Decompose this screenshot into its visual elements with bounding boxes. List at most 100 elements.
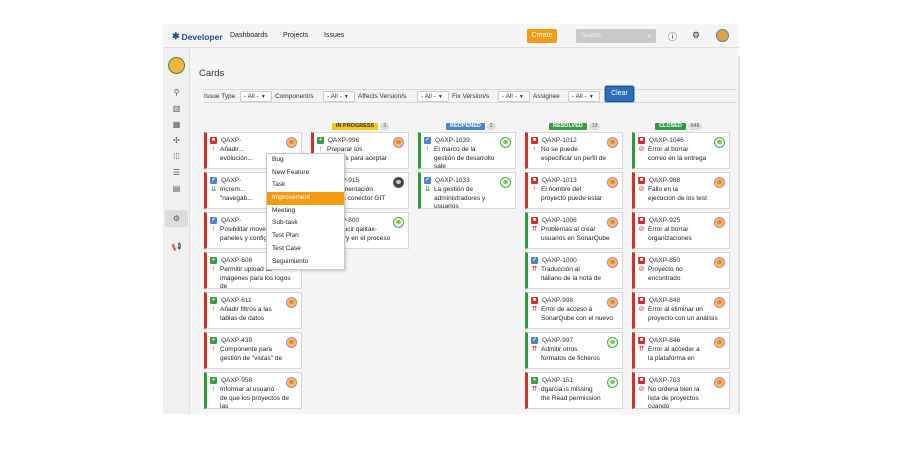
issue-key[interactable]: QAXP-958 (221, 377, 252, 384)
assignee-avatar[interactable] (393, 217, 404, 228)
list-icon[interactable]: ☰ (171, 168, 182, 177)
issue-key[interactable]: QAXP-1013 (542, 177, 577, 184)
issue-key[interactable]: QAXP-925 (649, 217, 680, 224)
assignee-avatar[interactable] (607, 217, 618, 228)
assignee-avatar[interactable] (607, 177, 618, 188)
filter-select-component[interactable]: - All - ▼ (323, 91, 355, 102)
dropdown-option[interactable]: Test Case (267, 243, 344, 256)
issue-key[interactable]: QAXP-608 (221, 257, 252, 264)
reports-icon[interactable]: ▥ (171, 104, 182, 113)
issue-key[interactable]: QAXP-1046 (649, 137, 684, 144)
assignee-avatar[interactable] (607, 297, 618, 308)
assignee-avatar[interactable] (286, 337, 297, 348)
issue-key[interactable]: QAXP-997 (542, 337, 573, 344)
issue-key[interactable]: QAXP-151 (542, 377, 573, 384)
issue-key[interactable]: QAXP- (221, 137, 241, 144)
issue-key[interactable]: QAXP-988 (649, 177, 680, 184)
issue-card[interactable]: ■ QAXP-1006 ⇈ Problemas al crear usuarios en… (525, 212, 623, 249)
filter-select-assignee[interactable]: - All - ▼ (568, 91, 600, 102)
brand-logo[interactable]: ✱ Developer (172, 31, 223, 42)
assignee-avatar[interactable] (607, 137, 618, 148)
assignee-avatar[interactable] (714, 137, 725, 148)
dropdown-option[interactable]: Bug (267, 154, 344, 167)
search-issues-icon[interactable]: ⚲ (171, 88, 182, 97)
issue-card[interactable]: ■ QAXP-1013 ↑ El nombre del proyecto puede e… (525, 172, 623, 209)
issue-key[interactable]: QAXP-998 (542, 297, 573, 304)
issue-card[interactable]: ■ QAXP-850 ⊘ Proyecto no encontrado (632, 252, 730, 289)
assignee-avatar[interactable] (607, 257, 618, 268)
issue-key[interactable]: QAXP-611 (221, 297, 252, 304)
create-button[interactable]: Create (527, 29, 557, 43)
issue-card[interactable]: + QAXP-611 ↑ Añadir filtros a las tablas de … (204, 292, 302, 329)
nav-dashboards[interactable]: Dashboards (230, 32, 268, 39)
issue-card[interactable]: ✓ QAXP-1033 ⇊ La gestión de administradores … (418, 172, 516, 210)
issue-card[interactable]: ✓ QAXP-997 ⇈ Admitir otros formatos de fiche… (525, 332, 623, 369)
assignee-avatar[interactable] (714, 337, 725, 348)
book-icon[interactable]: ▤ (171, 184, 182, 193)
issue-key[interactable]: QAXP-1039 (435, 137, 470, 144)
issue-key[interactable]: QAXP-846 (649, 337, 680, 344)
issue-key[interactable]: QAXP-703 (649, 377, 680, 384)
issue-key[interactable]: QAXP-850 (649, 257, 680, 264)
filter-select-fix-version[interactable]: - All - ▼ (498, 91, 530, 102)
nav-projects[interactable]: Projects (283, 32, 308, 39)
issue-card[interactable]: + QAXP-439 ↑ Componente para gestión de "vis… (204, 332, 302, 369)
issue-card[interactable]: ✓ QAXP-1000 ⇈ Traducción al italiano de la n… (525, 252, 623, 289)
dropdown-option[interactable]: New Feature (267, 167, 344, 180)
issue-card[interactable]: + QAXP-151 ⇈ dgarcia is missing the Read per… (525, 372, 623, 409)
issue-key[interactable]: QAXP-1033 (435, 177, 470, 184)
issue-card[interactable]: ■ QAXP-846 ⇈ Error al acceder a la plataform… (632, 332, 730, 369)
filter-select-issue-type[interactable]: - All - ▼ (240, 91, 272, 102)
assignee-avatar[interactable] (607, 337, 618, 348)
filter-select-affects-version[interactable]: - All - ▼ (417, 91, 449, 102)
issue-card[interactable]: ■ QAXP-1046 ⊘ Error al borrar correo en la e… (632, 132, 730, 169)
search-input[interactable]: Search ⌕ (576, 29, 656, 43)
scrollbar[interactable] (738, 56, 740, 414)
issue-key[interactable]: QAXP-439 (221, 337, 252, 344)
assignee-avatar[interactable] (393, 177, 404, 188)
issue-card[interactable]: ■ QAXP-703 ⊘ No ordena bien la lista de proy… (632, 372, 730, 410)
nav-issues[interactable]: Issues (324, 32, 344, 39)
assignee-avatar[interactable] (286, 297, 297, 308)
assignee-avatar[interactable] (714, 257, 725, 268)
settings-icon[interactable]: ⚙ (171, 214, 182, 223)
assignee-avatar[interactable] (286, 377, 297, 388)
assignee-avatar[interactable] (500, 137, 511, 148)
clear-filters-button[interactable]: Clear (605, 86, 634, 102)
dropdown-option[interactable]: Task (267, 179, 344, 192)
issue-card[interactable]: ■ QAXP-998 ⇈ Error de acceso a SonarQube con… (525, 292, 623, 329)
assignee-avatar[interactable] (393, 137, 404, 148)
assignee-avatar[interactable] (500, 177, 511, 188)
issue-key[interactable]: QAXP-848 (649, 297, 680, 304)
project-avatar[interactable] (168, 57, 185, 74)
calendar-icon[interactable]: ▦ (171, 120, 182, 129)
issue-key[interactable]: QAXP- (221, 217, 241, 224)
dropdown-option[interactable]: Improvement (267, 192, 344, 205)
assignee-avatar[interactable] (714, 217, 725, 228)
dropdown-option[interactable]: Meeting (267, 205, 344, 218)
issue-key[interactable]: QAXP-1000 (542, 257, 577, 264)
issue-card[interactable]: ■ QAXP-1012 ↑ No se puede especificar un per… (525, 132, 623, 169)
announce-icon[interactable]: 📢 (171, 242, 182, 251)
issue-card[interactable]: ✓ QAXP-1039 ↑ El marco de la gestión de desa… (418, 132, 516, 170)
issue-card[interactable]: ■ QAXP-848 ⊘ Error al eliminar un proyecto c… (632, 292, 730, 329)
apps-grid-icon[interactable]: ⁞⁞⁞ (171, 152, 182, 161)
user-avatar[interactable] (716, 29, 729, 42)
issue-key[interactable]: QAXP-1012 (542, 137, 577, 144)
assignee-avatar[interactable] (607, 377, 618, 388)
issue-key[interactable]: QAXP- (221, 177, 241, 184)
assignee-avatar[interactable] (286, 137, 297, 148)
issue-key[interactable]: QAXP-996 (328, 137, 359, 144)
issue-card[interactable]: ■ QAXP-988 ⊘ Fallo en la ejecución de los te… (632, 172, 730, 209)
issue-card[interactable]: + QAXP-958 ↑ Informar al usuario de que los … (204, 372, 302, 410)
dropdown-option[interactable]: Seguimiento (267, 256, 344, 269)
assignee-avatar[interactable] (714, 177, 725, 188)
assignee-avatar[interactable] (714, 377, 725, 388)
puzzle-icon[interactable]: ✣ (171, 136, 182, 145)
dropdown-option[interactable]: Test Plan (267, 230, 344, 243)
issue-card[interactable]: ■ QAXP-925 ⊘ Error al borrar organizaciones (632, 212, 730, 249)
issue-key[interactable]: QAXP-1006 (542, 217, 577, 224)
dropdown-option[interactable]: Sub-task (267, 217, 344, 230)
gear-icon[interactable]: ⚙ (692, 30, 700, 41)
help-icon[interactable]: ⓘ (668, 30, 677, 43)
